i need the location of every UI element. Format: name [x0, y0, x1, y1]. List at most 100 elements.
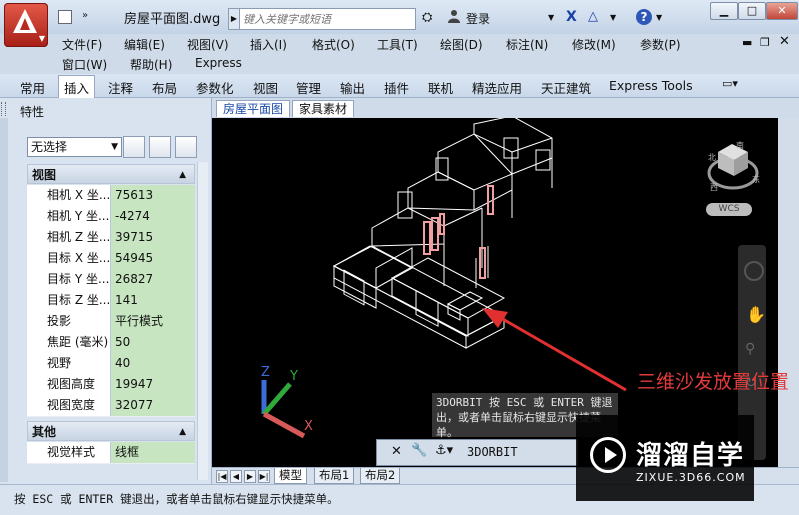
prev-tab-icon[interactable]: ◀	[230, 470, 242, 483]
menu-format[interactable]: 格式(O)	[312, 36, 355, 53]
menu-help[interactable]: 帮助(H)	[130, 56, 172, 73]
vertical-scrollbar[interactable]	[778, 118, 799, 467]
property-row[interactable]: 视觉样式 线框	[27, 442, 195, 464]
property-value[interactable]: 平行模式	[111, 311, 195, 332]
tab-output[interactable]: 输出	[340, 78, 365, 97]
tab-tangent[interactable]: 天正建筑	[541, 78, 591, 97]
tab-home[interactable]: 常用	[20, 78, 45, 97]
property-value[interactable]: 50	[111, 332, 195, 353]
pan-hand-icon[interactable]: ✋	[746, 305, 766, 324]
menu-edit[interactable]: 编辑(E)	[124, 36, 165, 53]
tab-online[interactable]: 联机	[428, 78, 453, 97]
tab-view[interactable]: 视图	[253, 78, 278, 97]
property-value[interactable]: 54945	[111, 248, 195, 269]
next-tab-icon[interactable]: ▶	[244, 470, 256, 483]
maximize-button[interactable]: □	[738, 2, 766, 20]
close-icon[interactable]: ✕	[391, 444, 402, 459]
quick-select-icon[interactable]	[175, 136, 197, 158]
doc-tab-floorplan[interactable]: 房屋平面图	[216, 100, 291, 117]
property-row[interactable]: 视图宽度 32077	[27, 395, 195, 417]
doc-minimize-icon[interactable]: ▬	[742, 36, 752, 49]
wrench-icon[interactable]: 🔧	[411, 443, 427, 458]
chevron-down-icon[interactable]: ▼	[610, 13, 616, 22]
menu-window[interactable]: 窗口(W)	[62, 56, 107, 73]
property-value[interactable]: 32077	[111, 395, 195, 416]
last-tab-icon[interactable]: ▶|	[258, 470, 270, 483]
menu-tools[interactable]: 工具(T)	[377, 36, 418, 53]
menu-insert[interactable]: 插入(I)	[250, 36, 287, 53]
new-document-icon[interactable]	[58, 10, 72, 24]
property-row[interactable]: 相机 Z 坐... 39715	[27, 227, 195, 249]
property-row[interactable]: 视野 40	[27, 353, 195, 375]
property-value[interactable]: 26827	[111, 269, 195, 290]
search-expand-icon[interactable]: ▶	[229, 9, 240, 29]
help-icon[interactable]: ?	[636, 9, 652, 25]
menu-parametric[interactable]: 参数(P)	[640, 36, 681, 53]
stay-connected-icon[interactable]: △	[588, 9, 598, 24]
tab-layout2[interactable]: 布局2	[360, 468, 401, 484]
menu-modify[interactable]: 修改(M)	[572, 36, 616, 53]
palette-sidebar[interactable]	[0, 118, 8, 482]
tab-layout[interactable]: 布局	[152, 78, 177, 97]
search-input[interactable]	[241, 10, 415, 28]
property-value[interactable]: 141	[111, 290, 195, 311]
doc-restore-icon[interactable]: ❐	[760, 36, 770, 49]
menu-dimension[interactable]: 标注(N)	[506, 36, 548, 53]
section-header[interactable]: 其他 ▲	[27, 421, 195, 441]
steering-wheel-icon[interactable]	[744, 261, 764, 281]
search-box[interactable]: ▶	[228, 8, 416, 30]
quick-access-more-button[interactable]: »	[82, 10, 100, 24]
property-row[interactable]: 目标 Y 坐... 26827	[27, 269, 195, 291]
minimize-button[interactable]: ▁	[710, 2, 738, 20]
tab-manage[interactable]: 管理	[296, 78, 321, 97]
chevron-down-icon[interactable]: ▼	[548, 13, 554, 22]
exchange-icon[interactable]: X	[566, 9, 577, 25]
property-row[interactable]: 投影 平行模式	[27, 311, 195, 333]
property-row[interactable]: 视图高度 19947	[27, 374, 195, 396]
property-row[interactable]: 相机 X 坐... 75613	[27, 185, 195, 207]
doc-close-icon[interactable]: ✕	[779, 34, 790, 49]
property-row[interactable]: 目标 Z 坐... 141	[27, 290, 195, 312]
doc-tab-furniture[interactable]: 家具素材	[292, 100, 355, 117]
property-value[interactable]: -4274	[111, 206, 195, 227]
command-line[interactable]: ✕ 🔧 ⚓▾ 3DORBIT	[376, 439, 578, 466]
tab-model[interactable]: 模型	[274, 468, 307, 484]
command-history-icon[interactable]: ⚓▾	[435, 443, 453, 458]
application-menu-button[interactable]: ▼	[4, 3, 48, 47]
property-value[interactable]: 线框	[111, 442, 195, 463]
toggle-pickadd-icon[interactable]	[123, 136, 145, 158]
viewcube[interactable]: 北 东 西 南	[707, 140, 760, 192]
tab-express-tools[interactable]: Express Tools	[609, 78, 693, 93]
collapse-icon[interactable]: ▲	[179, 422, 186, 442]
tab-layout1[interactable]: 布局1	[314, 468, 355, 484]
tab-insert[interactable]: 插入	[58, 75, 96, 99]
wcs-menu[interactable]: WCS	[706, 203, 752, 216]
tab-parametric[interactable]: 参数化	[196, 78, 234, 97]
tab-featured-apps[interactable]: 精选应用	[472, 78, 522, 97]
palette-scrollbar[interactable]	[197, 162, 208, 480]
property-row[interactable]: 焦距 (毫米) 50	[27, 332, 195, 354]
selection-dropdown[interactable]: 无选择 ▼	[27, 137, 122, 157]
property-value[interactable]: 40	[111, 353, 195, 374]
section-header[interactable]: 视图 ▲	[27, 164, 195, 184]
chevron-down-icon[interactable]: ▼	[656, 13, 662, 22]
first-tab-icon[interactable]: |◀	[216, 470, 228, 483]
binoculars-icon[interactable]: ⛭	[422, 10, 432, 25]
ribbon-minimize-icon[interactable]: ▭▾	[722, 77, 738, 90]
menu-file[interactable]: 文件(F)	[62, 36, 102, 53]
property-row[interactable]: 相机 Y 坐... -4274	[27, 206, 195, 228]
collapse-icon[interactable]: ▲	[179, 165, 186, 185]
palette-grip-icon[interactable]	[1, 102, 6, 116]
close-button[interactable]: ✕	[766, 2, 798, 20]
tab-annotate[interactable]: 注释	[108, 78, 133, 97]
property-value[interactable]: 39715	[111, 227, 195, 248]
menu-express[interactable]: Express	[195, 56, 242, 70]
menu-view[interactable]: 视图(V)	[187, 36, 229, 53]
property-row[interactable]: 目标 X 坐... 54945	[27, 248, 195, 270]
tab-plugins[interactable]: 插件	[384, 78, 409, 97]
property-value[interactable]: 75613	[111, 185, 195, 206]
select-objects-icon[interactable]	[149, 136, 171, 158]
property-value[interactable]: 19947	[111, 374, 195, 395]
menu-draw[interactable]: 绘图(D)	[440, 36, 483, 53]
zoom-icon[interactable]: ⚲	[745, 341, 755, 357]
